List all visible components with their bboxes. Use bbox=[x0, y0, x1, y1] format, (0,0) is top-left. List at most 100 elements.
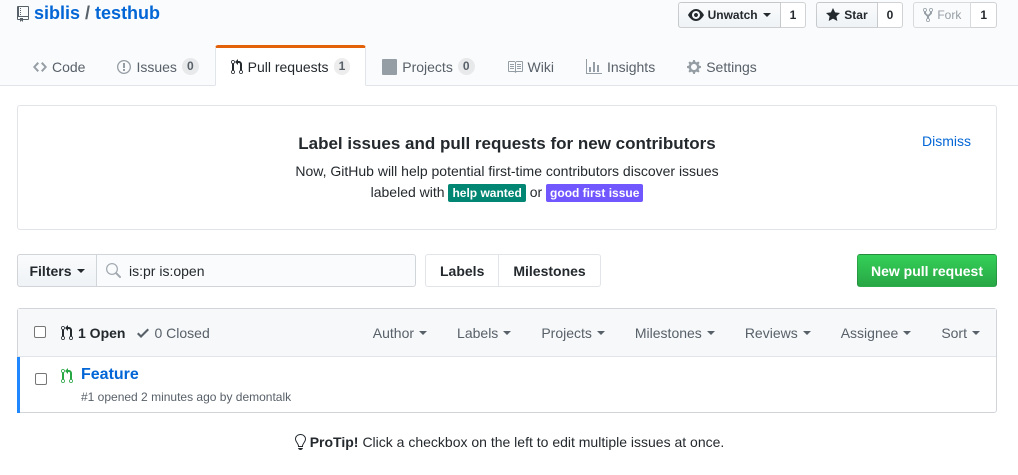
select-all-checkbox[interactable] bbox=[34, 326, 46, 338]
fork-button[interactable]: Fork bbox=[913, 2, 972, 28]
watchers-count[interactable]: 1 bbox=[780, 2, 807, 28]
good-first-issue-label[interactable]: good first issue bbox=[546, 184, 644, 202]
graph-icon bbox=[585, 58, 602, 75]
git-pull-request-icon bbox=[230, 58, 243, 75]
labels-link[interactable]: Labels bbox=[425, 254, 500, 287]
reviews-filter-label: Reviews bbox=[744, 324, 798, 341]
forks-count[interactable]: 1 bbox=[971, 2, 997, 28]
tab-pull-requests[interactable]: Pull requests 1 bbox=[214, 45, 367, 86]
tab-settings-label: Settings bbox=[706, 58, 757, 75]
issues-counter: 0 bbox=[181, 58, 199, 75]
repo-icon bbox=[17, 5, 29, 22]
tab-issues[interactable]: Issues 0 bbox=[101, 45, 214, 86]
list-header: 1 Open 0 Closed Author Labels Projects M… bbox=[18, 309, 996, 357]
banner-text: Now, GitHub will help potential first-ti… bbox=[18, 161, 996, 203]
search-input[interactable] bbox=[129, 262, 399, 279]
repo-nav: Code Issues 0 Pull requests 1 Projects 0… bbox=[17, 45, 773, 86]
sort-filter[interactable]: Sort bbox=[941, 325, 980, 341]
open-count: 1 Open bbox=[78, 324, 126, 341]
star-button[interactable]: Star bbox=[816, 2, 878, 28]
issue-opened-icon bbox=[117, 59, 132, 75]
tab-insights-label: Insights bbox=[606, 58, 656, 75]
projects-filter[interactable]: Projects bbox=[541, 325, 605, 341]
list-item: Feature #1 opened 2 minutes ago by demon… bbox=[17, 357, 996, 413]
unwatch-label: Unwatch bbox=[707, 8, 758, 22]
fork-group: Fork 1 bbox=[913, 2, 997, 28]
star-icon bbox=[826, 8, 841, 21]
tab-wiki-label: Wiki bbox=[527, 58, 554, 75]
light-bulb-icon bbox=[294, 434, 306, 450]
fork-label: Fork bbox=[937, 8, 962, 22]
protip: ProTip! Click a checkbox on the left to … bbox=[0, 434, 1018, 450]
state-filters: 1 Open 0 Closed bbox=[61, 324, 222, 341]
project-icon bbox=[382, 58, 398, 75]
search-box bbox=[96, 254, 416, 287]
git-pull-request-icon bbox=[61, 368, 73, 387]
chevron-down-icon bbox=[419, 330, 428, 335]
eye-icon bbox=[687, 9, 704, 21]
subnav: Filters Labels Milestones New pull reque… bbox=[17, 254, 997, 287]
chevron-down-icon bbox=[596, 330, 605, 335]
assignee-filter-label: Assignee bbox=[840, 324, 899, 341]
book-icon bbox=[507, 59, 523, 75]
fork-icon bbox=[923, 7, 934, 23]
stargazers-count[interactable]: 0 bbox=[877, 2, 904, 28]
repo-owner-link[interactable]: siblis bbox=[34, 3, 80, 24]
closed-count: 0 Closed bbox=[154, 324, 210, 341]
chevron-down-icon bbox=[903, 330, 912, 335]
star-group: Star 0 bbox=[816, 2, 904, 28]
gear-icon bbox=[687, 59, 702, 75]
chevron-down-icon bbox=[972, 330, 980, 335]
repo-title: siblis / testhub bbox=[17, 3, 160, 24]
tab-settings[interactable]: Settings bbox=[671, 45, 773, 86]
chevron-down-icon bbox=[802, 330, 811, 335]
banner-title: Label issues and pull requests for new c… bbox=[298, 134, 716, 153]
tab-insights[interactable]: Insights bbox=[570, 45, 671, 86]
unwatch-button[interactable]: Unwatch bbox=[677, 2, 781, 28]
git-pull-request-icon bbox=[61, 324, 73, 340]
list-item-checkbox[interactable] bbox=[35, 373, 47, 385]
subnav-links: Labels Milestones bbox=[425, 254, 601, 287]
tab-projects-label: Projects bbox=[402, 58, 453, 75]
protip-label: ProTip! bbox=[309, 434, 359, 450]
repo-header: siblis / testhub Unwatch 1 Star 0 Fork 1 bbox=[0, 0, 1018, 86]
projects-filter-label: Projects bbox=[541, 324, 592, 341]
code-icon bbox=[33, 59, 47, 75]
tab-code[interactable]: Code bbox=[17, 45, 101, 86]
search-icon bbox=[106, 262, 121, 278]
repo-name-link[interactable]: testhub bbox=[95, 3, 160, 24]
milestones-filter[interactable]: Milestones bbox=[635, 325, 715, 341]
open-filter[interactable]: 1 Open bbox=[61, 324, 126, 341]
tab-code-label: Code bbox=[52, 58, 86, 75]
banner-line2-prefix: labeled with bbox=[370, 184, 445, 200]
projects-counter: 0 bbox=[457, 58, 475, 75]
contributors-banner: Label issues and pull requests for new c… bbox=[17, 105, 997, 230]
tab-projects[interactable]: Projects 0 bbox=[366, 45, 490, 86]
assignee-filter[interactable]: Assignee bbox=[841, 325, 912, 341]
dismiss-link[interactable]: Dismiss bbox=[922, 133, 971, 149]
author-filter[interactable]: Author bbox=[373, 325, 428, 341]
new-pull-request-button[interactable]: New pull request bbox=[856, 254, 997, 287]
chevron-down-icon bbox=[76, 268, 85, 273]
banner-connector: or bbox=[529, 184, 543, 200]
check-icon bbox=[137, 328, 150, 338]
closed-filter[interactable]: 0 Closed bbox=[137, 324, 210, 341]
pull-requests-counter: 1 bbox=[333, 58, 351, 75]
filters-label: Filters bbox=[29, 262, 72, 279]
banner-line1: Now, GitHub will help potential first-ti… bbox=[295, 163, 719, 179]
filters-button[interactable]: Filters bbox=[17, 254, 97, 287]
chevron-down-icon bbox=[706, 330, 715, 335]
chevron-down-icon bbox=[762, 13, 771, 17]
reviews-filter[interactable]: Reviews bbox=[745, 325, 811, 341]
protip-text: Click a checkbox on the left to edit mul… bbox=[362, 434, 725, 450]
pagehead-actions: Unwatch 1 Star 0 Fork 1 bbox=[668, 2, 997, 28]
labels-filter[interactable]: Labels bbox=[457, 325, 512, 341]
repo-separator: / bbox=[85, 3, 91, 23]
tab-wiki[interactable]: Wiki bbox=[491, 45, 570, 86]
tab-pull-requests-label: Pull requests bbox=[247, 58, 329, 75]
chevron-down-icon bbox=[503, 330, 512, 335]
star-label: Star bbox=[844, 8, 868, 22]
pull-request-title-link[interactable]: Feature bbox=[81, 366, 139, 384]
help-wanted-label[interactable]: help wanted bbox=[448, 184, 526, 202]
milestones-link[interactable]: Milestones bbox=[499, 254, 601, 287]
